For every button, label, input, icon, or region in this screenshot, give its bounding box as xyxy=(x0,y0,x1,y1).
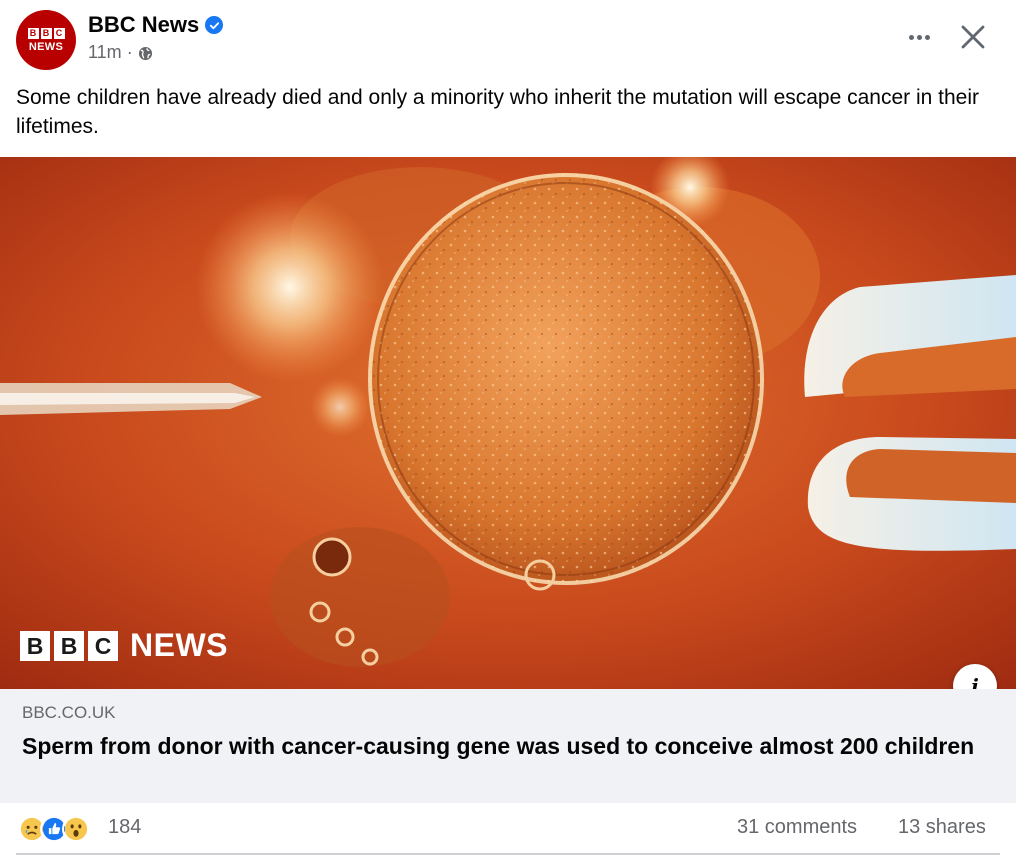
watermark-news-text: NEWS xyxy=(130,627,228,663)
logo-block: B xyxy=(40,27,52,39)
page-name-row: BBC News xyxy=(88,12,224,38)
more-options-button[interactable] xyxy=(904,22,934,52)
post-header: B B C NEWS BBC News 11m · xyxy=(0,0,1016,80)
ivf-microscope-image xyxy=(0,157,1016,689)
wow-icon xyxy=(62,815,90,843)
logo-news-text: NEWS xyxy=(28,40,64,53)
watermark-block: B xyxy=(54,630,84,661)
comments-count[interactable]: 31 comments xyxy=(737,816,857,839)
page-avatar[interactable]: B B C NEWS xyxy=(16,10,76,70)
meta-separator: · xyxy=(126,42,133,62)
watermark-block: B xyxy=(20,630,50,661)
verified-badge-icon xyxy=(205,16,224,34)
dot-icon xyxy=(908,34,914,40)
post-timestamp[interactable]: 11m xyxy=(88,42,122,63)
dot-icon xyxy=(924,34,930,40)
link-domain: BBC.CO.UK xyxy=(22,703,116,722)
reaction-icons[interactable] xyxy=(18,815,90,843)
logo-block: C xyxy=(53,27,65,39)
post-image[interactable] xyxy=(0,157,1016,689)
bbc-news-watermark: B B C NEWS xyxy=(20,627,228,664)
post-meta: 11m · xyxy=(88,42,153,63)
reaction-count[interactable]: 184 xyxy=(108,816,141,839)
shares-count[interactable]: 13 shares xyxy=(898,816,986,839)
watermark-block: C xyxy=(88,630,118,661)
link-headline[interactable]: Sperm from donor with cancer-causing gen… xyxy=(22,731,982,761)
close-icon xyxy=(961,25,985,49)
close-button[interactable] xyxy=(956,20,990,54)
link-preview[interactable]: BBC.CO.UK Sperm from donor with cancer-c… xyxy=(0,689,1016,803)
divider xyxy=(16,853,1000,855)
page-name-link[interactable]: BBC News xyxy=(88,12,199,38)
bbc-logo: B B C xyxy=(27,27,65,39)
dot-icon xyxy=(916,34,922,40)
globe-icon[interactable] xyxy=(138,45,153,61)
logo-block: B xyxy=(27,27,39,39)
post-caption: Some children have already died and only… xyxy=(16,86,980,138)
post-stats: 184 31 comments 13 shares xyxy=(0,803,1016,855)
